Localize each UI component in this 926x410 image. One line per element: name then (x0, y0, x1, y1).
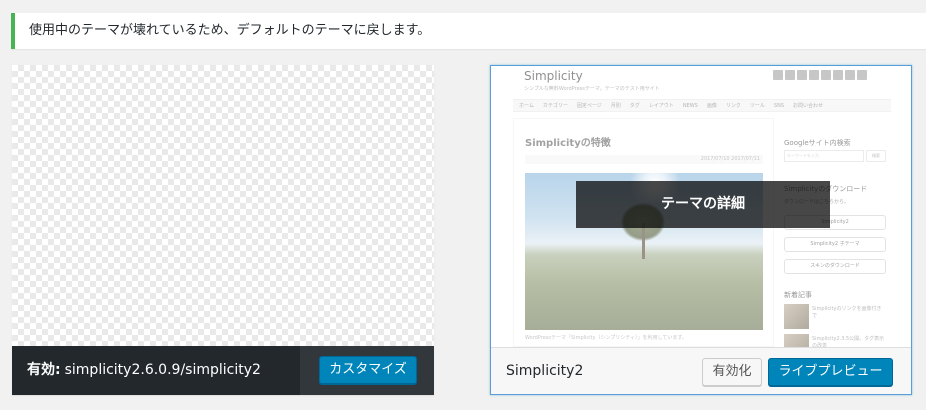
theme-screenshot-placeholder[interactable] (12, 65, 434, 346)
theme-screenshot[interactable]: Simplicity シンプルな無料WordPressテーマ。テーマのテスト用サ… (491, 66, 911, 347)
active-theme-bar: 有効: simplicity2.6.0.9/simplicity2 カスタマイズ (12, 346, 434, 395)
theme-name: Simplicity2 (506, 363, 584, 379)
active-theme-name: 有効: simplicity2.6.0.9/simplicity2 (12, 346, 300, 395)
theme-card-bar: Simplicity2 有効化 ライブプレビュー (491, 347, 911, 394)
active-label: 有効: (27, 362, 61, 378)
customize-button[interactable]: カスタマイズ (319, 356, 417, 384)
theme-preview-image: Simplicity シンプルな無料WordPressテーマ。テーマのテスト用サ… (491, 66, 911, 347)
live-preview-button[interactable]: ライブプレビュー (768, 358, 893, 386)
active-theme-slug: simplicity2.6.0.9/simplicity2 (64, 362, 261, 378)
notice-text: 使用中のテーマが壊れているため、デフォルトのテーマに戻します。 (29, 23, 431, 38)
theme-broken-notice: 使用中のテーマが壊れているため、デフォルトのテーマに戻します。 (11, 13, 926, 49)
activate-button[interactable]: 有効化 (702, 358, 762, 386)
theme-card-simplicity2[interactable]: Simplicity シンプルな無料WordPressテーマ。テーマのテスト用サ… (490, 65, 912, 395)
theme-details-overlay[interactable]: テーマの詳細 (576, 181, 830, 228)
active-theme-actions: カスタマイズ (300, 346, 434, 395)
active-theme-card[interactable]: 有効: simplicity2.6.0.9/simplicity2 カスタマイズ (12, 65, 434, 395)
